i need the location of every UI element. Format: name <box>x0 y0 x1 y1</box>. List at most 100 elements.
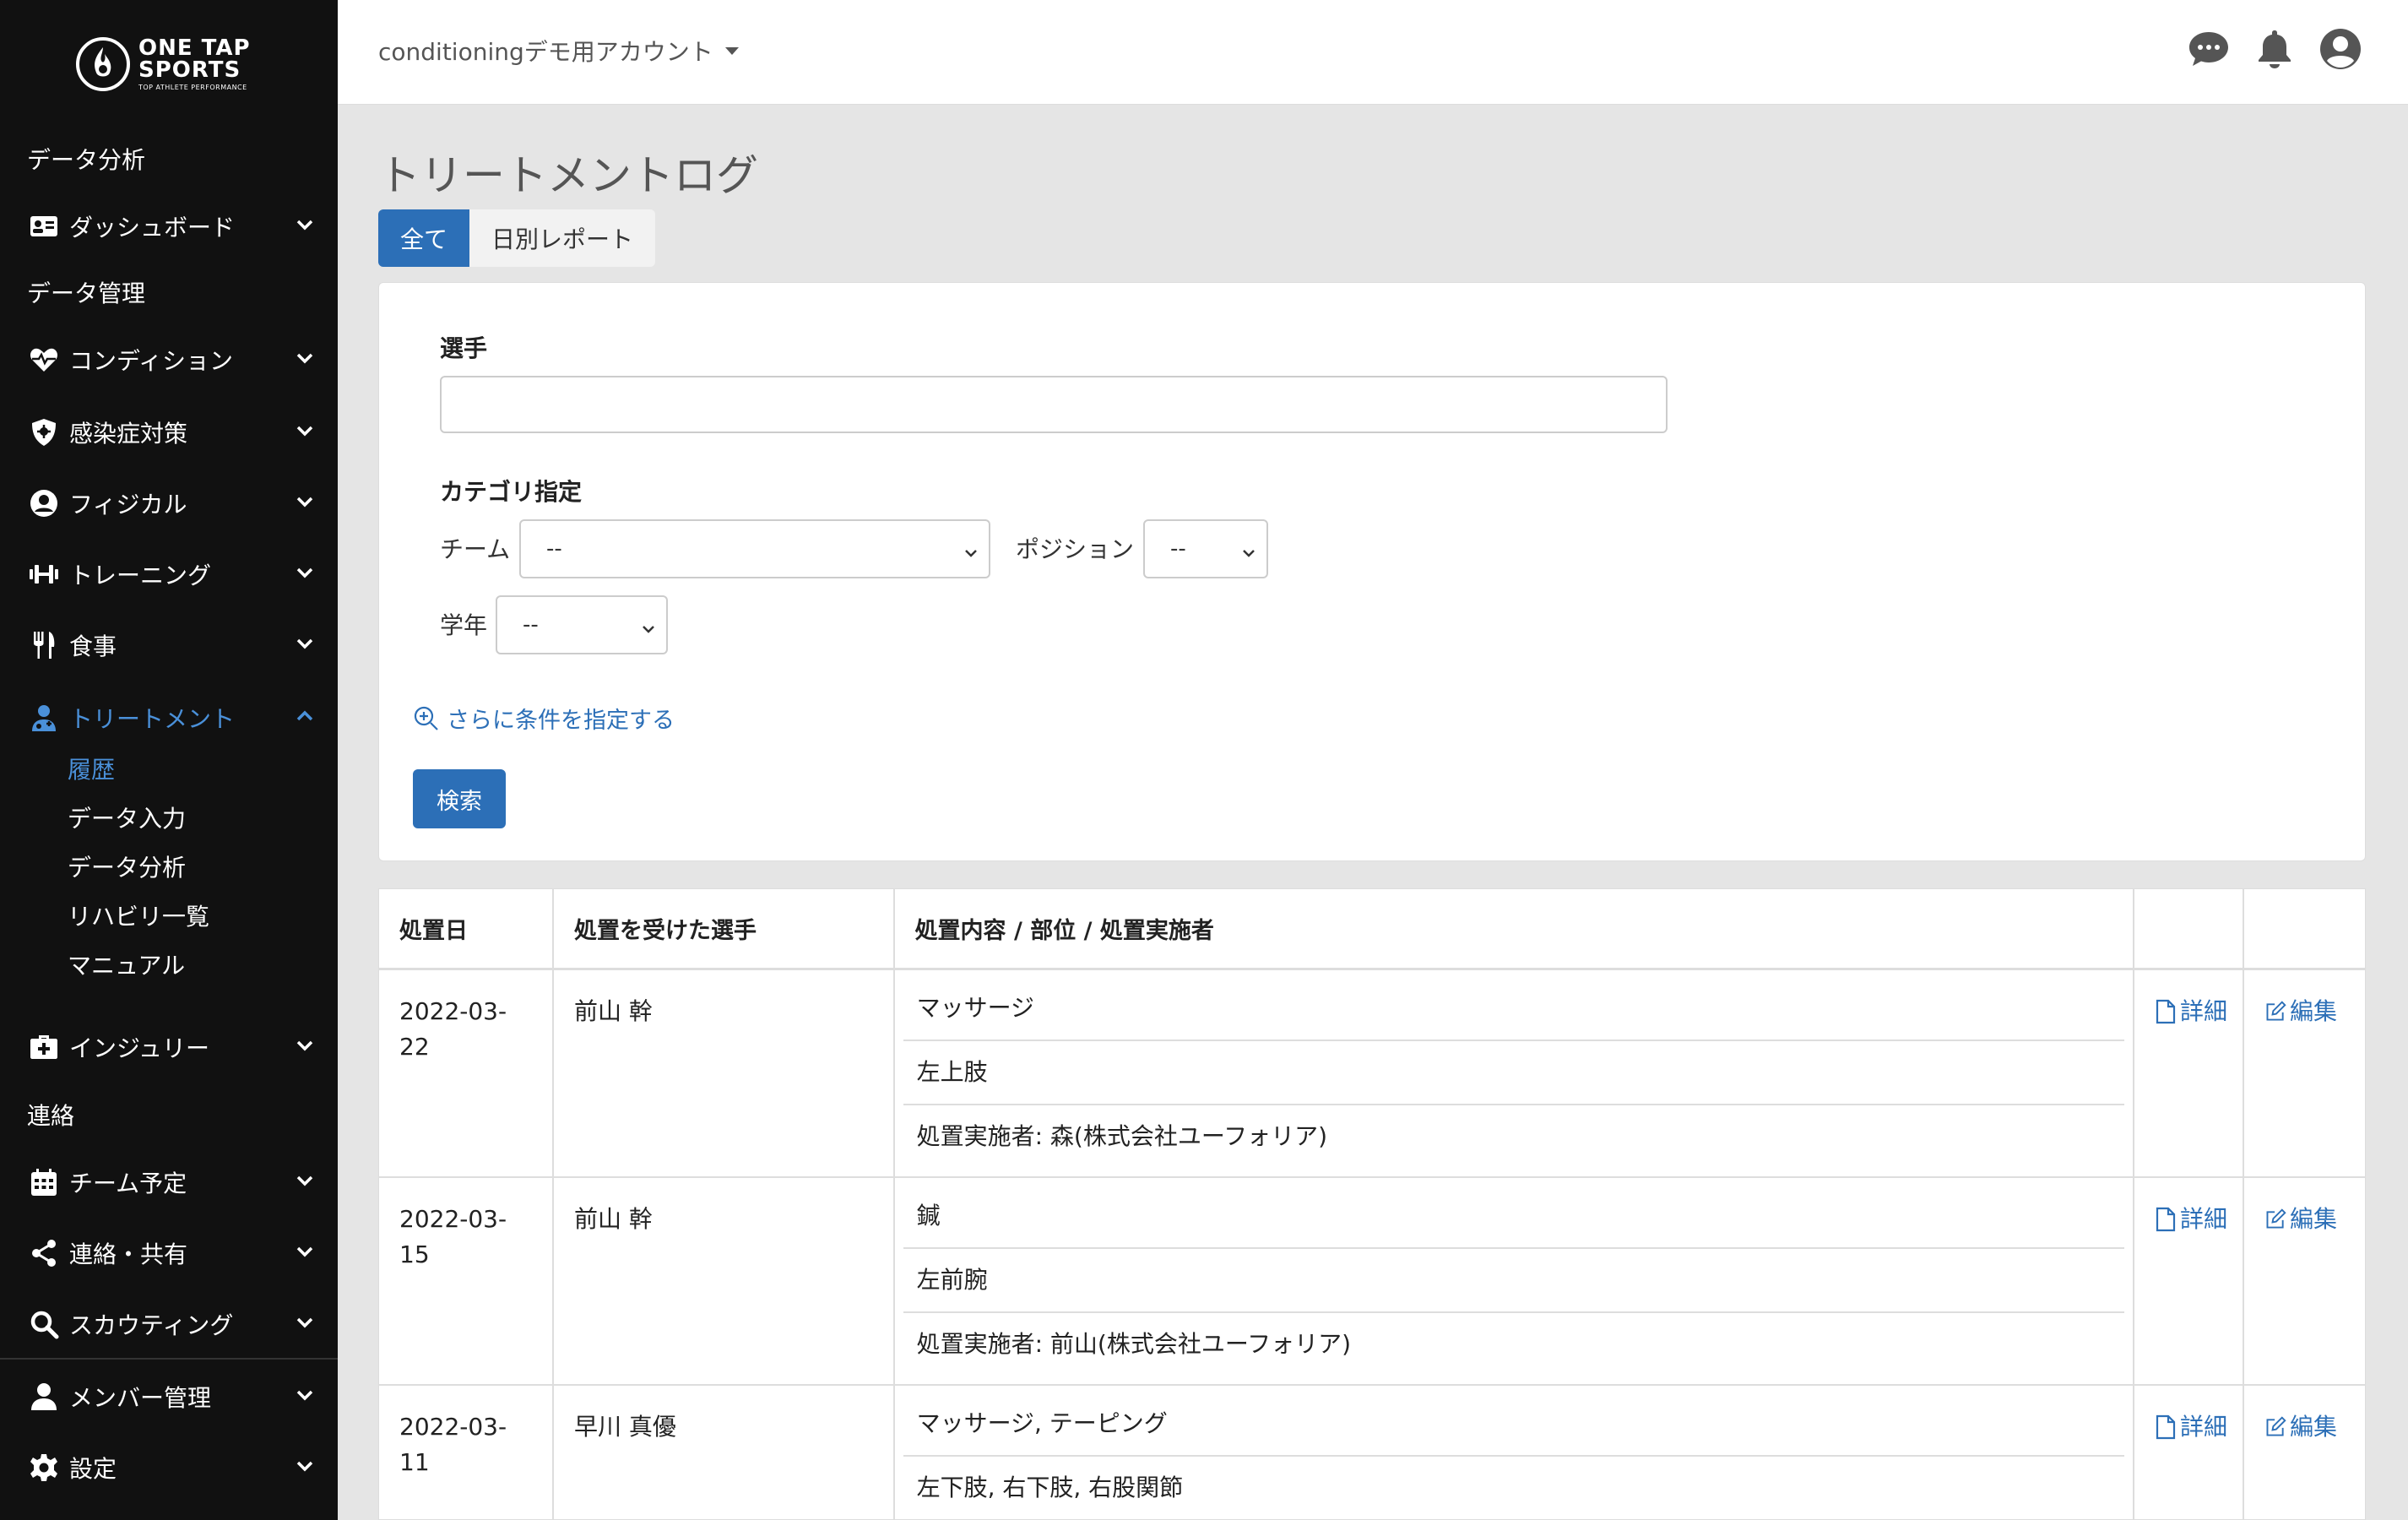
caret-down-icon <box>724 46 739 55</box>
edit-link[interactable]: 編集 <box>2264 994 2365 1029</box>
sidebar-item-physical[interactable]: フィジカル <box>27 481 319 525</box>
user-icon <box>27 1380 61 1414</box>
user-avatar-icon[interactable] <box>2317 25 2364 73</box>
treatment-type: マッサージ, テーピング <box>903 1392 2125 1457</box>
team-select[interactable]: -- <box>519 519 990 578</box>
chat-icon[interactable] <box>2185 25 2232 73</box>
sidebar-subitem-data-input[interactable]: データ入力 <box>68 801 186 834</box>
table-row: 2022-03-22 前山 幹 マッサージ 左上肢 処置実施者: 森(株式会社ユ… <box>379 969 2365 1178</box>
sidebar-item-schedule[interactable]: チーム予定 <box>27 1160 319 1204</box>
section-data-management: データ管理 <box>27 280 146 307</box>
player-input[interactable] <box>440 376 1668 433</box>
chevron-down-icon <box>294 1384 319 1409</box>
detail-link[interactable]: 詳細 <box>2155 1202 2243 1237</box>
sidebar-divider <box>0 1358 338 1360</box>
cell-player: 前山 幹 <box>552 969 895 1178</box>
share-nodes-icon <box>27 1236 61 1270</box>
sidebar-item-label: ダッシュボード <box>69 214 236 242</box>
calendar-icon <box>27 1165 61 1199</box>
grade-select[interactable]: -- <box>496 595 668 654</box>
sidebar-item-treatment[interactable]: トリートメント <box>27 696 319 740</box>
sidebar-item-training[interactable]: トレーニング <box>27 552 319 596</box>
sidebar-item-share[interactable]: 連絡・共有 <box>27 1231 319 1275</box>
treatment-type: 鍼 <box>903 1185 2125 1249</box>
medkit-icon <box>27 1030 61 1064</box>
sidebar-item-condition[interactable]: コンディション <box>27 338 319 382</box>
position-select[interactable]: -- <box>1143 519 1268 578</box>
more-conditions-label: さらに条件を指定する <box>447 708 675 734</box>
col-header-detail <box>2134 889 2245 970</box>
edit-link[interactable]: 編集 <box>2264 1202 2365 1237</box>
sidebar-item-label: トレーニング <box>69 562 212 589</box>
cell-date: 2022-03-11 <box>379 1384 554 1519</box>
chevron-down-icon <box>294 491 319 516</box>
detail-link[interactable]: 詳細 <box>2155 1409 2243 1445</box>
chevron-down-icon <box>294 420 319 445</box>
search-button[interactable]: 検索 <box>413 769 506 828</box>
sidebar-subitem-manual[interactable]: マニュアル <box>68 947 185 981</box>
chevron-down-icon <box>294 1455 319 1480</box>
dumbbell-icon <box>27 557 61 591</box>
edit-link[interactable]: 編集 <box>2264 1409 2365 1445</box>
position-select-value: -- <box>1170 536 1186 562</box>
chevron-down-icon <box>294 214 319 239</box>
sidebar-item-label: 設定 <box>69 1455 117 1483</box>
player-label: 選手 <box>440 334 488 362</box>
col-header-date[interactable]: 処置日 <box>379 889 554 970</box>
top-bar: conditioningデモ用アカウント <box>338 0 2408 105</box>
chevron-down-icon <box>294 1170 319 1195</box>
sidebar-item-scouting[interactable]: スカウティング <box>27 1302 319 1346</box>
user-doctor-icon <box>27 701 61 735</box>
sidebar-item-meal[interactable]: 食事 <box>27 623 319 667</box>
position-label: ポジション <box>1016 535 1135 563</box>
app-logo[interactable]: ONE TAP SPORTS TOP ATHLETE PERFORMANCE <box>74 34 270 95</box>
bell-icon[interactable] <box>2251 25 2298 73</box>
search-icon <box>27 1307 61 1341</box>
sidebar-item-settings[interactable]: 設定 <box>27 1446 319 1490</box>
logo-line2: SPORTS <box>138 57 241 83</box>
cell-edit: 編集 <box>2243 1384 2365 1519</box>
more-conditions-link[interactable]: さらに条件を指定する <box>413 702 675 735</box>
sidebar-item-members[interactable]: メンバー管理 <box>27 1375 319 1419</box>
filter-card: 選手 カテゴリ指定 チーム -- ポジション -- 学年 -- さらに条件を指定… <box>378 282 2366 861</box>
file-icon <box>2156 1207 2176 1231</box>
chevron-down-icon <box>294 1034 319 1060</box>
account-switcher[interactable]: conditioningデモ用アカウント <box>378 34 739 68</box>
cell-date: 2022-03-15 <box>379 1176 554 1386</box>
shield-virus-icon <box>27 415 61 449</box>
edit-icon <box>2266 1415 2286 1436</box>
user-circle-icon <box>27 486 61 520</box>
treatment-type: マッサージ <box>903 977 2125 1041</box>
file-icon <box>2156 1414 2176 1439</box>
sidebar-item-label: 感染症対策 <box>69 420 188 448</box>
tab-daily-report[interactable]: 日別レポート <box>469 209 656 267</box>
treatment-table: 処置日 処置を受けた選手 処置内容 / 部位 / 処置実施者 2022-03-2… <box>378 888 2366 1520</box>
sidebar-item-infection[interactable]: 感染症対策 <box>27 410 319 454</box>
detail-link[interactable]: 詳細 <box>2155 994 2243 1029</box>
treatment-staff: 処置実施者: 森(株式会社ユーフォリア) <box>916 1121 1328 1150</box>
chevron-up-icon <box>294 705 319 730</box>
cell-date: 2022-03-22 <box>379 969 554 1178</box>
sidebar-subitem-rehab-list[interactable]: リハビリ一覧 <box>68 898 209 932</box>
chevron-down-icon <box>963 541 977 557</box>
logo-line1: ONE TAP <box>138 35 251 61</box>
cell-content: 鍼 左前腕 処置実施者: 前山(株式会社ユーフォリア) <box>893 1176 2135 1386</box>
chevron-down-icon <box>294 1311 319 1337</box>
chevron-down-icon <box>294 632 319 658</box>
sidebar-item-label: チーム予定 <box>69 1170 187 1197</box>
logo-tagline: TOP ATHLETE PERFORMANCE <box>138 84 247 91</box>
flame-logo-icon <box>76 37 130 91</box>
account-name: conditioningデモ用アカウント <box>378 38 713 66</box>
col-header-content[interactable]: 処置内容 / 部位 / 処置実施者 <box>893 889 2135 970</box>
sidebar-subitem-history[interactable]: 履歴 <box>68 752 115 785</box>
col-header-player[interactable]: 処置を受けた選手 <box>552 889 895 970</box>
sidebar-subitem-data-analysis[interactable]: データ分析 <box>68 850 186 883</box>
sidebar-item-dashboard[interactable]: ダッシュボード <box>27 204 319 248</box>
zoom-in-icon <box>414 706 438 730</box>
table-row: 2022-03-11 早川 真優 マッサージ, テーピング 左下肢, 右下肢, … <box>379 1384 2365 1519</box>
sidebar-item-injury[interactable]: インジュリー <box>27 1025 319 1069</box>
heart-pulse-icon <box>27 343 61 377</box>
gear-icon <box>27 1451 61 1485</box>
sidebar-item-label: 食事 <box>69 632 117 660</box>
tab-all[interactable]: 全て <box>378 209 470 267</box>
